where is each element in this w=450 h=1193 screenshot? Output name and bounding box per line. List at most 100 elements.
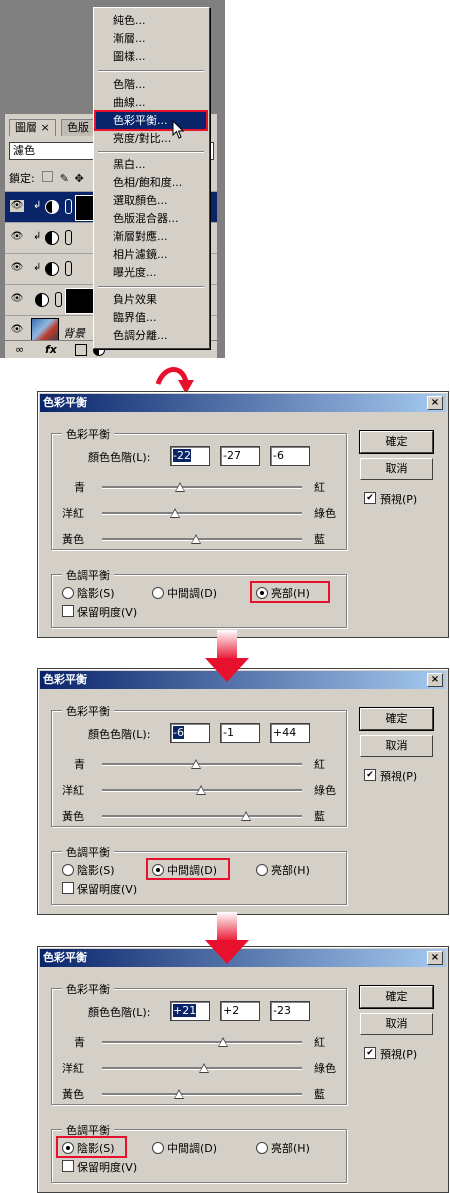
menu-item[interactable]: 黑白... xyxy=(96,156,206,173)
menu-item[interactable]: 亮度/對比... xyxy=(96,130,206,147)
menu-item[interactable]: 色相/飽和度... xyxy=(96,174,206,191)
magenta-green-slider-thumb[interactable] xyxy=(196,785,206,795)
visibility-eye-icon[interactable]: 👁 xyxy=(10,262,24,274)
midtones-label[interactable]: 中間調(D) xyxy=(167,585,217,601)
level-value[interactable]: +44 xyxy=(273,726,296,739)
lock-brush-icon[interactable]: ✎ xyxy=(60,172,69,185)
cancel-button[interactable]: 取消 xyxy=(360,1013,433,1035)
magenta-green-slider-thumb[interactable] xyxy=(199,1063,209,1073)
cyan-red-slider-thumb[interactable] xyxy=(175,482,185,492)
preview-label[interactable]: 預視(P) xyxy=(380,768,417,784)
close-button[interactable]: × xyxy=(427,673,443,687)
close-button[interactable]: × xyxy=(427,396,443,410)
highlights-radio[interactable] xyxy=(256,1142,268,1154)
cyan-red-slider-track[interactable] xyxy=(102,1041,302,1044)
ok-button[interactable]: 確定 xyxy=(359,985,434,1009)
shadows-label[interactable]: 陰影(S) xyxy=(77,585,115,601)
menu-item[interactable]: 色調分離... xyxy=(96,327,206,344)
midtones-label[interactable]: 中間調(D) xyxy=(167,1140,217,1156)
preview-label[interactable]: 預視(P) xyxy=(380,1046,417,1062)
magenta-green-slider-thumb[interactable] xyxy=(170,508,180,518)
preview-checkbox[interactable]: ✔ xyxy=(364,1047,376,1059)
cyan-red-slider-track[interactable] xyxy=(102,486,302,489)
lock-move-icon[interactable]: ✥ xyxy=(74,172,83,185)
menu-item[interactable]: 相片濾鏡... xyxy=(96,246,206,263)
shadows-radio[interactable] xyxy=(62,587,74,599)
level-value[interactable]: -6 xyxy=(173,726,184,739)
cyan-red-slider-thumb[interactable] xyxy=(218,1037,228,1047)
menu-item[interactable]: 色階... xyxy=(96,76,206,93)
visibility-eye-icon[interactable]: 👁 xyxy=(10,324,24,336)
menu-item[interactable]: 曲線... xyxy=(96,94,206,111)
preserve-luminosity-label[interactable]: 保留明度(V) xyxy=(77,1159,137,1175)
level-cyan-red-input[interactable]: -6 xyxy=(170,723,210,743)
preserve-luminosity-checkbox[interactable] xyxy=(62,1160,74,1172)
close-icon[interactable]: × xyxy=(41,121,50,134)
yellow-blue-slider-thumb[interactable] xyxy=(241,811,251,821)
level-yellow-blue-input[interactable]: +44 xyxy=(270,723,310,743)
preview-checkbox[interactable]: ✔ xyxy=(364,769,376,781)
ok-button[interactable]: 確定 xyxy=(359,707,434,731)
midtones-radio[interactable] xyxy=(152,587,164,599)
highlights-label[interactable]: 亮部(H) xyxy=(271,1140,310,1156)
tone-balance-group: 色調平衡 陰影(S) 中間調(D) 亮部(H) 保留明度(V) xyxy=(51,567,347,628)
level-value[interactable]: -27 xyxy=(223,449,241,462)
mask-icon[interactable] xyxy=(75,344,87,356)
shadows-radio[interactable] xyxy=(62,864,74,876)
menu-item[interactable]: 圖樣... xyxy=(96,48,206,65)
yellow-blue-slider-track[interactable] xyxy=(102,1093,302,1096)
level-yellow-blue-input[interactable]: -6 xyxy=(270,446,310,466)
midtones-radio[interactable] xyxy=(152,1142,164,1154)
preserve-luminosity-checkbox[interactable] xyxy=(62,605,74,617)
close-button[interactable]: × xyxy=(427,951,443,965)
cyan-red-slider-thumb[interactable] xyxy=(191,759,201,769)
level-value[interactable]: +21 xyxy=(173,1004,197,1017)
preserve-luminosity-checkbox[interactable] xyxy=(62,882,74,894)
preview-checkbox[interactable]: ✔ xyxy=(364,492,376,504)
tab-channels[interactable]: 色版 xyxy=(61,119,95,136)
menu-item[interactable]: 漸層對應... xyxy=(96,228,206,245)
level-value[interactable]: -1 xyxy=(223,726,234,739)
visibility-eye-icon[interactable]: 👁 xyxy=(10,231,24,243)
preview-label[interactable]: 預視(P) xyxy=(380,491,417,507)
level-magenta-green-input[interactable]: +2 xyxy=(220,1001,260,1021)
visibility-eye-icon[interactable]: 👁 xyxy=(10,293,24,305)
level-value[interactable]: +2 xyxy=(223,1004,239,1017)
menu-item[interactable]: 漸層... xyxy=(96,30,206,47)
level-magenta-green-input[interactable]: -1 xyxy=(220,723,260,743)
tab-layers[interactable]: 圖層 × xyxy=(9,119,56,136)
level-magenta-green-input[interactable]: -27 xyxy=(220,446,260,466)
level-yellow-blue-input[interactable]: -23 xyxy=(270,1001,310,1021)
level-cyan-red-input[interactable]: +21 xyxy=(170,1001,210,1021)
highlights-label[interactable]: 亮部(H) xyxy=(271,862,310,878)
shadows-label[interactable]: 陰影(S) xyxy=(77,862,115,878)
cancel-button[interactable]: 取消 xyxy=(360,735,433,757)
magenta-green-slider-track[interactable] xyxy=(102,512,302,515)
level-value[interactable]: -22 xyxy=(173,449,191,462)
yellow-blue-slider-track[interactable] xyxy=(102,538,302,541)
menu-item[interactable]: 色版混合器... xyxy=(96,210,206,227)
lock-transparent-icon[interactable] xyxy=(42,171,54,182)
menu-item[interactable]: 負片效果 xyxy=(96,291,206,308)
menu-item[interactable]: 曝光度... xyxy=(96,264,206,281)
cyan-red-slider-track[interactable] xyxy=(102,763,302,766)
red-label: 紅 xyxy=(314,1036,325,1049)
ok-button[interactable]: 確定 xyxy=(359,430,434,454)
menu-item[interactable]: 選取顏色... xyxy=(96,192,206,209)
yellow-blue-slider-thumb[interactable] xyxy=(191,534,201,544)
preserve-luminosity-label[interactable]: 保留明度(V) xyxy=(77,881,137,897)
menu-item[interactable]: 臨界值... xyxy=(96,309,206,326)
fx-icon[interactable]: fx xyxy=(45,343,57,356)
level-cyan-red-input[interactable]: -22 xyxy=(170,446,210,466)
link-layers-icon[interactable]: ∞ xyxy=(15,343,24,356)
preserve-luminosity-label[interactable]: 保留明度(V) xyxy=(77,604,137,620)
highlights-radio[interactable] xyxy=(256,864,268,876)
visibility-eye-icon[interactable]: 👁 xyxy=(10,200,24,212)
menu-item-color-balance[interactable]: 色彩平衡... xyxy=(94,110,208,131)
level-value[interactable]: -23 xyxy=(273,1004,291,1017)
cancel-button[interactable]: 取消 xyxy=(360,458,433,480)
yellow-blue-slider-thumb[interactable] xyxy=(174,1089,184,1099)
yellow-blue-slider-track[interactable] xyxy=(102,815,302,818)
menu-item[interactable]: 純色... xyxy=(96,12,206,29)
level-value[interactable]: -6 xyxy=(273,449,284,462)
